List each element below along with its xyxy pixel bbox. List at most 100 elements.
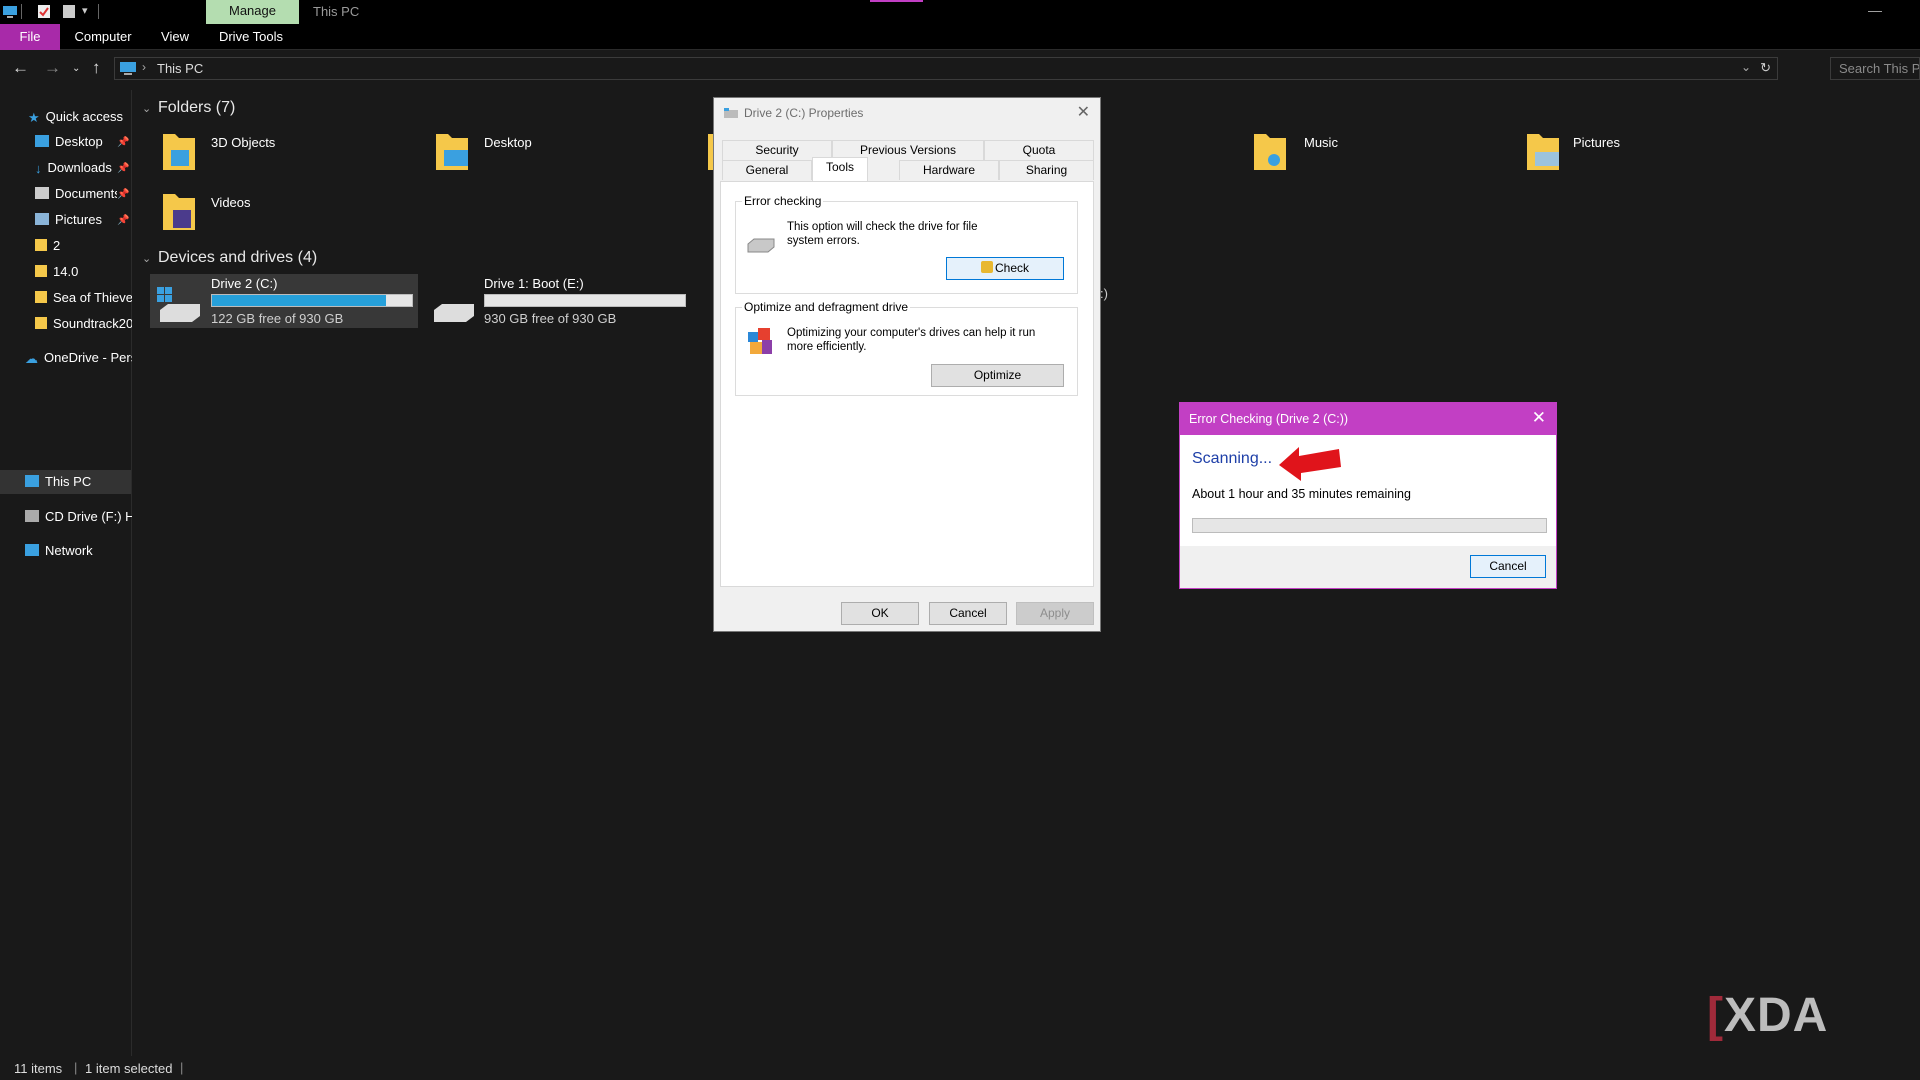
- close-icon[interactable]: ✕: [1532, 408, 1546, 428]
- drive-partial-label[interactable]: :): [1100, 286, 1108, 301]
- desktop-icon: [35, 135, 49, 147]
- pin-icon[interactable]: 📌: [117, 189, 129, 200]
- sidebar-item-this-pc[interactable]: This PC: [25, 471, 132, 493]
- close-icon[interactable]: ✕: [1077, 102, 1090, 122]
- sidebar-item-network[interactable]: Network: [25, 540, 132, 562]
- collapse-chevron-icon[interactable]: ⌄: [142, 102, 151, 115]
- sidebar-item-downloads[interactable]: ↓ Downloads: [35, 157, 117, 179]
- breadcrumb[interactable]: This PC: [157, 61, 203, 76]
- devices-group-header[interactable]: Devices and drives (4): [158, 249, 317, 267]
- collapse-chevron-icon[interactable]: ⌄: [142, 252, 151, 265]
- defragment-icon: [748, 328, 772, 354]
- tab-hardware[interactable]: Hardware: [899, 160, 999, 180]
- forward-arrow-icon[interactable]: →: [44, 58, 61, 78]
- refresh-icon[interactable]: ↻: [1760, 60, 1771, 76]
- status-bar: 11 items | 1 item selected |: [0, 1056, 1920, 1080]
- desktop-folder-icon: [436, 134, 468, 170]
- navigation-pane: ★ Quick access Desktop 📌 ↓ Downloads 📌 Doc…: [0, 90, 132, 1056]
- this-pc-icon: [120, 62, 136, 75]
- separator: [21, 4, 22, 19]
- sidebar-item-pictures[interactable]: Pictures: [35, 209, 117, 231]
- search-input[interactable]: Search This PC: [1830, 57, 1920, 80]
- drive-e-label[interactable]: Drive 1: Boot (E:): [484, 276, 584, 291]
- drive-icon: [747, 238, 775, 253]
- time-remaining: About 1 hour and 35 minutes remaining: [1192, 487, 1411, 501]
- pin-icon[interactable]: 📌: [117, 215, 129, 226]
- check-button[interactable]: Check: [946, 257, 1064, 280]
- drive-icon: [434, 304, 474, 322]
- folder-icon: [35, 291, 47, 303]
- sidebar-item-onedrive[interactable]: ☁OneDrive - Personal: [25, 347, 132, 369]
- address-bar-row: ← → ⌄ ↑ › This PC ⌄ ↻ Search This PC: [0, 54, 1920, 84]
- pictures-icon: [35, 213, 49, 225]
- ribbon-tabs: File Computer View Drive Tools: [0, 24, 1920, 50]
- sidebar-item-documents[interactable]: Documents: [35, 183, 117, 205]
- tab-drive-tools[interactable]: Drive Tools: [212, 24, 290, 50]
- dialog-title: Error Checking (Drive 2 (C:)): [1189, 412, 1349, 426]
- separator: [98, 4, 99, 19]
- error-checking-text: This option will check the drive for fil…: [787, 221, 978, 247]
- drive-c-usage-bar: [211, 294, 413, 307]
- videos-folder-icon: [163, 194, 195, 230]
- folders-group-header[interactable]: Folders (7): [158, 99, 235, 117]
- cancel-scan-button[interactable]: Cancel: [1470, 555, 1546, 578]
- item-count: 11 items: [14, 1061, 63, 1076]
- group-title: Error checking: [742, 194, 824, 208]
- back-arrow-icon[interactable]: ←: [12, 58, 29, 78]
- computer-icon: [25, 475, 39, 487]
- group-title: Optimize and defragment drive: [742, 300, 911, 314]
- cancel-button[interactable]: Cancel: [929, 602, 1007, 625]
- computer-icon[interactable]: [2, 4, 18, 19]
- title-bar: ▾ Manage This PC —: [0, 0, 1920, 24]
- folder-pictures[interactable]: Pictures: [1573, 135, 1620, 150]
- scanning-status: Scanning...: [1192, 450, 1273, 467]
- tab-general[interactable]: General: [722, 160, 812, 180]
- folder-desktop[interactable]: Desktop: [484, 135, 532, 150]
- dialog-footer: Cancel: [1180, 546, 1556, 588]
- pin-icon[interactable]: 📌: [117, 163, 129, 174]
- up-arrow-icon[interactable]: ↑: [92, 58, 101, 78]
- status-separator: |: [180, 1060, 184, 1075]
- tab-sharing[interactable]: Sharing: [999, 160, 1094, 180]
- folder-music[interactable]: Music: [1304, 135, 1338, 150]
- minimize-button[interactable]: —: [1868, 2, 1888, 18]
- optimize-text: Optimizing your computer's drives can he…: [787, 327, 1036, 353]
- 3d-objects-folder-icon: [163, 134, 195, 170]
- new-folder-icon[interactable]: [62, 4, 76, 19]
- folder-icon: [35, 317, 47, 329]
- sidebar-item-cd-drive[interactable]: CD Drive (F:) H: [25, 506, 132, 528]
- cloud-icon: ☁: [25, 351, 38, 366]
- tab-computer[interactable]: Computer: [66, 24, 140, 50]
- sidebar-item-desktop[interactable]: Desktop: [35, 131, 117, 153]
- pin-icon[interactable]: 📌: [117, 137, 129, 148]
- properties-icon[interactable]: [37, 4, 51, 19]
- optimize-group: Optimize and defragment drive Optimizing…: [735, 300, 1078, 396]
- tab-quota[interactable]: Quota: [984, 140, 1094, 160]
- address-dropdown-chevron-icon[interactable]: ⌄: [1741, 60, 1751, 74]
- customize-toolbar-icon[interactable]: ▾: [82, 4, 88, 19]
- error-checking-dialog: Error Checking (Drive 2 (C:)) ✕ Scanning…: [1179, 402, 1557, 589]
- sidebar-item-soundtrack[interactable]: Soundtrack2024: [35, 313, 132, 335]
- drive-e-free-space: 930 GB free of 930 GB: [484, 311, 617, 326]
- optimize-button[interactable]: Optimize: [931, 364, 1064, 387]
- tab-tools[interactable]: Tools: [812, 157, 868, 181]
- tab-view[interactable]: View: [150, 24, 200, 50]
- tools-tab-panel: Error checking This option will check th…: [720, 181, 1094, 587]
- window-title: This PC: [313, 4, 360, 19]
- folder-3d-objects[interactable]: 3D Objects: [211, 135, 275, 150]
- ok-button[interactable]: OK: [841, 602, 919, 625]
- recent-locations-chevron-icon[interactable]: ⌄: [72, 63, 80, 74]
- address-field[interactable]: › This PC ⌄ ↻: [114, 57, 1778, 80]
- sidebar-item-folder-14[interactable]: 14.0: [35, 261, 132, 283]
- drive-e-usage-bar: [484, 294, 686, 307]
- sidebar-item-sea-of-thieves[interactable]: Sea of Thieves: [35, 287, 132, 309]
- sidebar-item-quick-access[interactable]: ★ Quick access: [28, 106, 132, 128]
- documents-icon: [35, 187, 49, 199]
- sidebar-item-folder-2[interactable]: 2: [35, 235, 132, 257]
- tab-manage[interactable]: Manage: [206, 0, 299, 24]
- folder-videos[interactable]: Videos: [211, 195, 251, 210]
- apply-button[interactable]: Apply: [1016, 602, 1094, 625]
- drive-c-free-space: 122 GB free of 930 GB: [211, 311, 344, 326]
- selection-count: 1 item selected: [85, 1061, 173, 1076]
- tab-file[interactable]: File: [0, 24, 60, 50]
